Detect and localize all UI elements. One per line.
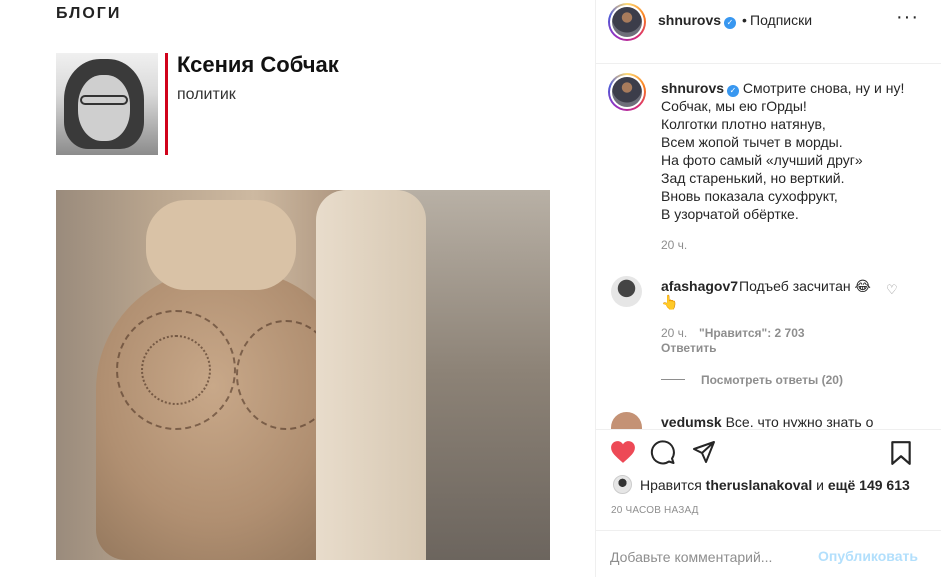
publish-button[interactable]: Опубликовать: [818, 548, 918, 564]
view-replies-button[interactable]: Посмотреть ответы (20): [701, 373, 843, 387]
comment-text-continued: 👆: [661, 294, 679, 310]
following-button[interactable]: Подписки: [750, 12, 812, 28]
author-role: политик: [177, 86, 236, 103]
caption-username[interactable]: shnurovs: [661, 80, 724, 96]
likes-summary[interactable]: Нравится theruslanakoval и ещё 149 613: [640, 477, 910, 493]
likes-username[interactable]: theruslanakoval: [706, 477, 813, 493]
author-username-text[interactable]: shnurovs: [658, 12, 721, 28]
more-options-icon[interactable]: ···: [896, 7, 918, 28]
comment-reply-button[interactable]: Ответить: [661, 341, 716, 355]
comment-username[interactable]: vedumsk: [661, 414, 722, 427]
caption-line: В узорчатой обёртке.: [661, 206, 799, 222]
caption-line: Вновь показала сухофрукт,: [661, 188, 838, 204]
caption-timestamp[interactable]: 20 ч.: [661, 238, 687, 252]
photo-hand: [146, 200, 296, 290]
comment-body: Все, что нужно знать о: [725, 414, 874, 427]
author-username[interactable]: shnurovs ✓: [658, 12, 737, 29]
comment-text: vedumsk Все, что нужно знать о: [661, 413, 911, 427]
comment-avatar[interactable]: [611, 276, 642, 307]
post-header: shnurovs ✓ • Подписки ···: [596, 0, 941, 64]
likes-count[interactable]: ещё 149 613: [828, 477, 910, 493]
caption-line: Смотрите снова, ну и ну!: [742, 80, 905, 96]
post-timestamp[interactable]: 20 ЧАСОВ НАЗАД: [611, 505, 699, 516]
comment-input[interactable]: [610, 549, 800, 565]
caption-line: Всем жопой тычет в морды.: [661, 134, 843, 150]
caption-line: Зад старенький, но верткий.: [661, 170, 845, 186]
author-photo: [56, 53, 158, 155]
caption-line: На фото самый «лучший друг»: [661, 152, 863, 168]
likes-connector: и: [816, 477, 824, 493]
author-glasses: [80, 95, 128, 105]
author-accent-bar: [165, 53, 168, 155]
bookmark-icon[interactable]: [890, 440, 912, 466]
photo-pattern: [141, 335, 211, 405]
section-label: БЛОГИ: [56, 5, 122, 22]
verified-badge-icon: ✓: [727, 85, 740, 97]
comment-like-icon[interactable]: ♡: [886, 282, 898, 298]
author-avatar[interactable]: [608, 3, 646, 41]
author-face: [78, 75, 130, 141]
share-icon[interactable]: [691, 440, 717, 464]
comment-timestamp[interactable]: 20 ч.: [661, 326, 687, 340]
add-comment-bar: Опубликовать: [596, 530, 941, 577]
verified-badge-icon: ✓: [724, 17, 737, 29]
caption-line: Колготки плотно натянув,: [661, 116, 826, 132]
likes-user-avatar[interactable]: [613, 475, 632, 494]
post-caption: shnurovs ✓ Смотрите снова, ну и ну! Собча…: [661, 79, 931, 223]
likes-prefix: Нравится: [640, 477, 702, 493]
heart-filled-icon[interactable]: [610, 440, 636, 464]
header-separator: •: [742, 12, 747, 28]
post-actions: Нравится theruslanakoval и ещё 149 613 2…: [596, 429, 941, 577]
comment-likes-count[interactable]: "Нравится": 2 703: [699, 326, 805, 340]
caption-line: Собчак, мы ею гОрды!: [661, 98, 807, 114]
author-name: Ксения Собчак: [177, 52, 339, 77]
post-side-panel: shnurovs ✓ • Подписки ··· shnurovs ✓ Смотр…: [596, 0, 941, 577]
post-media-panel: БЛОГИ Ксения Собчак политик: [0, 0, 596, 577]
photo-sleeve: [316, 190, 426, 560]
view-replies-divider: [661, 379, 685, 380]
comment-icon[interactable]: [650, 439, 676, 465]
comment-username[interactable]: afashagov7: [661, 278, 738, 294]
comment-text: Подъеб засчитан 😂: [739, 278, 871, 294]
caption-author-avatar[interactable]: [608, 73, 646, 111]
post-photo[interactable]: [56, 190, 550, 560]
